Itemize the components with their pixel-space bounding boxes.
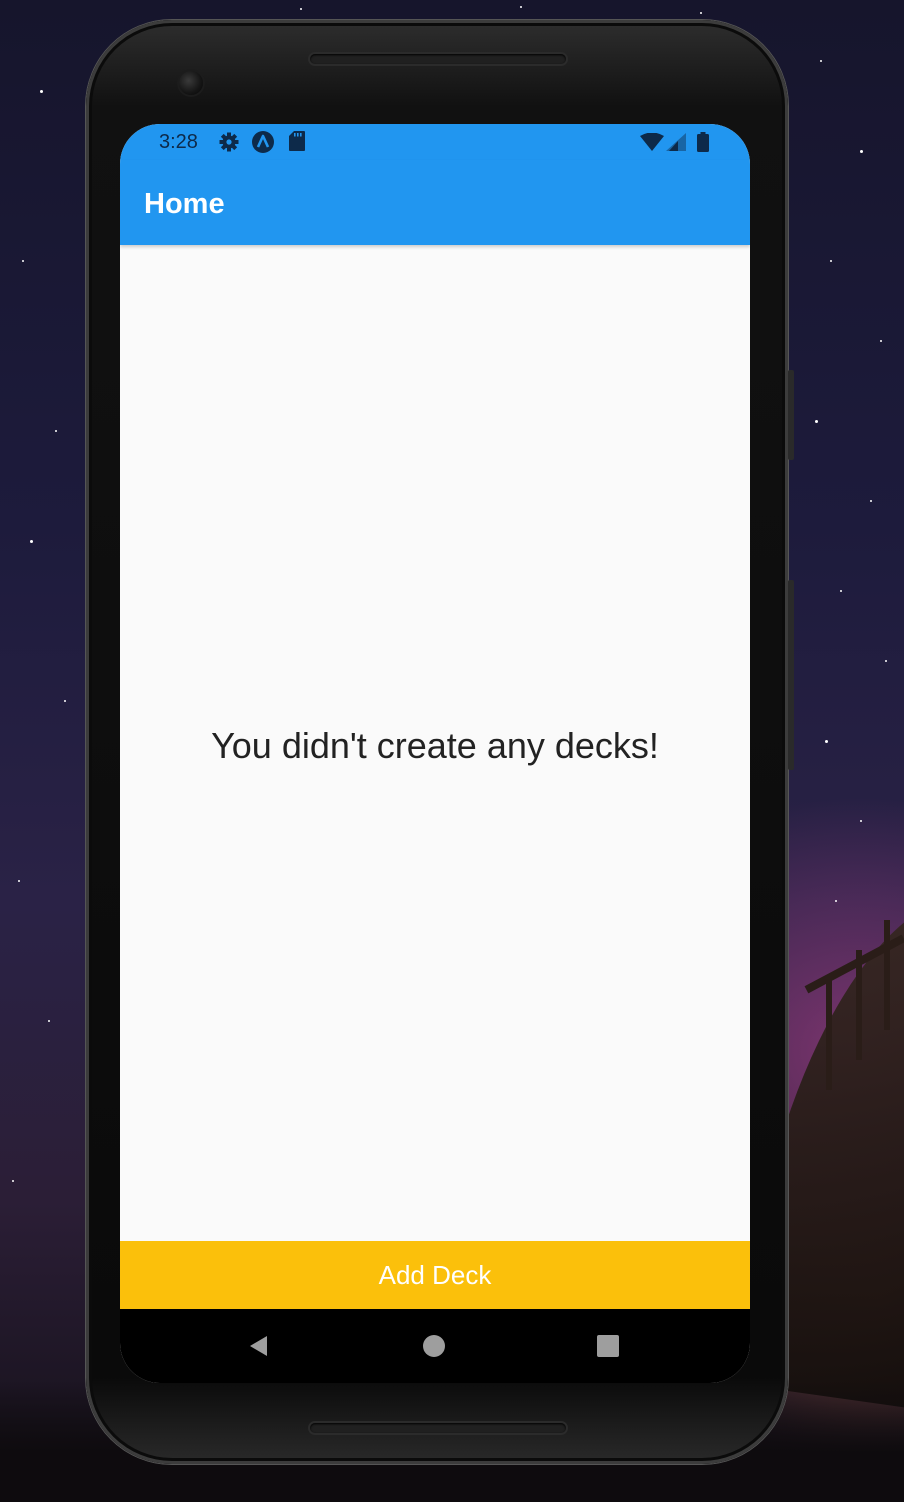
star: [64, 700, 66, 702]
star: [300, 8, 302, 10]
star: [520, 6, 522, 8]
gear-icon: [219, 132, 239, 157]
home-icon[interactable]: [416, 1328, 452, 1364]
add-deck-button[interactable]: Add Deck: [120, 1241, 750, 1309]
deck-list-area: You didn't create any decks!: [120, 245, 750, 1241]
star: [870, 500, 872, 502]
star: [815, 420, 818, 423]
star: [12, 1180, 14, 1182]
star: [885, 660, 887, 662]
power-button: [788, 370, 794, 460]
bottom-speaker: [310, 1423, 566, 1433]
boat-rail: [884, 920, 890, 1030]
wifi-icon: [640, 132, 664, 156]
back-icon[interactable]: [241, 1328, 277, 1364]
status-bar: 3:28: [120, 124, 750, 160]
star: [30, 540, 33, 543]
front-camera-icon: [179, 71, 203, 95]
star: [880, 340, 882, 342]
star: [55, 430, 57, 432]
system-navigation-bar: [120, 1309, 750, 1383]
star: [840, 590, 842, 592]
phone-screen: 3:28 Home You didn't create any decks! A…: [120, 124, 750, 1383]
star: [860, 150, 863, 153]
star: [40, 90, 43, 93]
star: [18, 880, 20, 882]
status-time: 3:28: [159, 131, 198, 153]
app-a-icon: [251, 130, 275, 159]
star: [835, 900, 837, 902]
page-title: Home: [144, 188, 225, 220]
app-bar: Home: [120, 160, 750, 245]
sd-card-icon: [289, 131, 305, 156]
earpiece-speaker: [310, 54, 566, 64]
cell-signal-icon: [666, 133, 686, 156]
volume-button: [788, 580, 794, 770]
boat-rail: [826, 980, 832, 1090]
star: [700, 12, 702, 14]
empty-state-message: You didn't create any decks!: [211, 725, 659, 766]
star: [22, 260, 24, 262]
star: [860, 820, 862, 822]
battery-icon: [697, 132, 709, 157]
recents-icon[interactable]: [590, 1328, 626, 1364]
star: [48, 1020, 50, 1022]
star: [830, 260, 832, 262]
star: [820, 60, 822, 62]
star: [825, 740, 828, 743]
boat-rail: [856, 950, 862, 1060]
